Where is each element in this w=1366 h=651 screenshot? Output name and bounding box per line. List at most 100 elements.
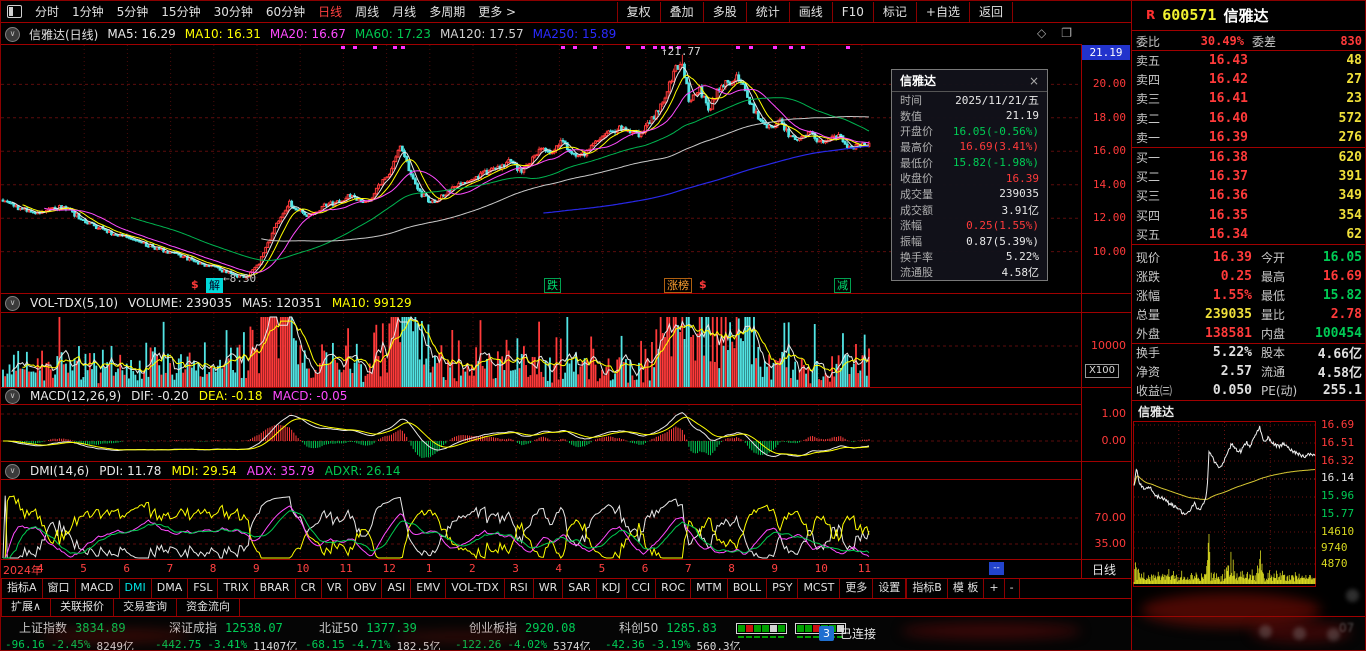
indicator-tab[interactable]: KDJ xyxy=(597,579,627,598)
heat-cell xyxy=(746,625,753,632)
price-axis-label: 14.00 xyxy=(1092,177,1126,191)
price-axis: 21.19 10000 X100 1.00 0.00 70.00 35.00 日… xyxy=(1082,1,1131,650)
macd-chart[interactable] xyxy=(1,405,1081,462)
heat-dash xyxy=(770,636,776,638)
dmi-chart[interactable] xyxy=(1,480,1081,560)
toolbar-button[interactable]: F10 xyxy=(831,1,873,22)
tooltip-value: 4.58亿 xyxy=(1001,266,1040,280)
orderbook-price: 16.43 xyxy=(1208,53,1248,69)
scroll-marker[interactable]: -- xyxy=(989,562,1004,575)
heat-dash xyxy=(805,636,811,638)
indicator-tab[interactable]: VOL-TDX xyxy=(446,579,505,598)
tooltip-row: 振幅 0.87(5.39%) xyxy=(892,233,1047,249)
toolbar-button[interactable]: 返回 xyxy=(968,1,1013,22)
period-tab[interactable]: 60分钟 xyxy=(266,3,305,20)
indicator-tab[interactable]: CR xyxy=(296,579,322,598)
macd-axis-label: 0.00 xyxy=(1101,434,1127,447)
indicator-tab[interactable]: - xyxy=(1005,579,1020,598)
indicator-tab[interactable]: WR xyxy=(534,579,564,598)
window-icon[interactable] xyxy=(7,5,22,18)
event-badge: $ xyxy=(191,278,199,291)
indicator-tab[interactable]: DMA xyxy=(152,579,189,598)
detail-label: PE(动) xyxy=(1261,384,1298,398)
indicator-tab[interactable]: FSL xyxy=(188,579,219,598)
diamond-icon[interactable]: ◇ xyxy=(1037,26,1046,40)
period-tab[interactable]: 更多 > xyxy=(478,3,516,20)
indicator-value: MA5: 120351 xyxy=(241,296,322,310)
index-pct: -3.41% xyxy=(207,638,248,651)
panel-layout-icon[interactable]: ❐ xyxy=(1061,26,1072,40)
indicator-tab[interactable]: ROC xyxy=(656,579,692,598)
indicator-tab[interactable]: DMI xyxy=(120,579,152,598)
collapse-icon[interactable]: ∨ xyxy=(5,463,20,479)
toolbar-button[interactable]: 多股 xyxy=(702,1,746,22)
indicator-tab[interactable]: PSY xyxy=(767,579,799,598)
indicator-tab[interactable]: 更多 xyxy=(840,579,874,598)
indicator-tab[interactable]: 指标A xyxy=(1,579,43,598)
kline-chart[interactable]: ↑21.77 ←8.30 信雅达 × 时间 2025/11/21/五 数值 21.19… xyxy=(1,45,1081,293)
detail-label: 涨跌 xyxy=(1136,270,1161,284)
indicator-tab[interactable]: SAR xyxy=(563,579,597,598)
tooltip-value: 21.19 xyxy=(1005,109,1039,123)
indicator-tab[interactable]: BRAR xyxy=(255,579,296,598)
bottom-tab[interactable]: 扩展∧ xyxy=(1,599,52,616)
indicator-tab[interactable]: MCST xyxy=(798,579,841,598)
heat-dash xyxy=(746,636,752,638)
index-quote[interactable]: 科创50 1285.83 -42.36 -3.19% 560.3亿 xyxy=(605,619,755,650)
toolbar-button[interactable]: 统计 xyxy=(745,1,789,22)
mini-axis-label: 15.96 xyxy=(1321,489,1355,503)
bottom-tab[interactable]: 交易查询 xyxy=(114,599,178,616)
indicator-tab[interactable]: 窗口 xyxy=(43,579,76,598)
toolbar-button[interactable]: 复权 xyxy=(616,1,660,22)
period-tab[interactable]: 多周期 xyxy=(429,3,465,20)
indicator-tab[interactable]: EMV xyxy=(411,579,447,598)
indicator-tab[interactable]: 模 板 xyxy=(948,579,985,598)
toolbar-button[interactable]: 画线 xyxy=(788,1,832,22)
period-tab[interactable]: 分时 xyxy=(35,3,59,20)
indicator-tab[interactable]: RSI xyxy=(505,579,534,598)
bottom-tab[interactable]: 关联报价 xyxy=(51,599,115,616)
heat-group xyxy=(736,623,787,638)
indicator-tab[interactable]: MACD xyxy=(76,579,120,598)
volume-chart[interactable] xyxy=(1,313,1081,387)
toolbar-button[interactable]: 标记 xyxy=(872,1,916,22)
indicator-tab[interactable]: MTM xyxy=(691,579,728,598)
collapse-icon[interactable]: ∨ xyxy=(5,26,20,42)
index-value: 12538.07 xyxy=(225,621,283,635)
connection-badge[interactable]: 3 xyxy=(819,626,834,641)
watermark-smudge xyxy=(901,623,1081,639)
indicator-tab[interactable]: OBV xyxy=(348,579,383,598)
index-amount: 11407亿 xyxy=(253,640,298,651)
period-tab[interactable]: 月线 xyxy=(392,3,416,20)
indicator-tab[interactable]: TRIX xyxy=(218,579,255,598)
orderbook-price: 16.34 xyxy=(1208,226,1248,242)
tooltip-row: 流通股 4.58亿 xyxy=(892,265,1047,281)
orderbook-price: 16.42 xyxy=(1208,72,1248,88)
toolbar-button[interactable]: +自选 xyxy=(915,1,969,22)
tooltip-close-icon[interactable]: × xyxy=(1029,74,1039,88)
indicator-tab[interactable]: VR xyxy=(322,579,349,598)
detail-value: 2.57 xyxy=(1220,364,1252,379)
indicator-tab[interactable]: + xyxy=(984,579,1005,598)
indicator-tab[interactable]: BOLL xyxy=(728,579,768,598)
indicator-tab[interactable]: 指标B xyxy=(906,579,948,598)
intraday-mini-chart[interactable] xyxy=(1133,421,1316,587)
toolbar-button[interactable]: 叠加 xyxy=(659,1,703,22)
detail-label: 最高 xyxy=(1261,270,1286,284)
indicator-value: DIF: -0.20 xyxy=(131,389,189,403)
period-tab[interactable]: 1分钟 xyxy=(72,3,104,20)
period-tab[interactable]: 周线 xyxy=(355,3,379,20)
indicator-tab[interactable]: ASI xyxy=(382,579,412,598)
ma-value: MA120: 17.57 xyxy=(439,27,524,41)
collapse-icon[interactable]: ∨ xyxy=(5,295,20,311)
period-tab[interactable]: 5分钟 xyxy=(117,3,149,20)
period-tab[interactable]: 30分钟 xyxy=(214,3,253,20)
period-tab[interactable]: 日线 xyxy=(318,3,342,20)
collapse-icon[interactable]: ∨ xyxy=(5,388,20,404)
bottom-tab[interactable]: 资金流向 xyxy=(177,599,241,616)
detail-value: 138581 xyxy=(1205,326,1252,341)
indicator-tab[interactable]: 设置 xyxy=(873,579,907,598)
period-tab[interactable]: 15分钟 xyxy=(161,3,200,20)
indicator-tab[interactable]: CCI xyxy=(627,579,657,598)
orderbook-price: 16.37 xyxy=(1208,169,1248,185)
